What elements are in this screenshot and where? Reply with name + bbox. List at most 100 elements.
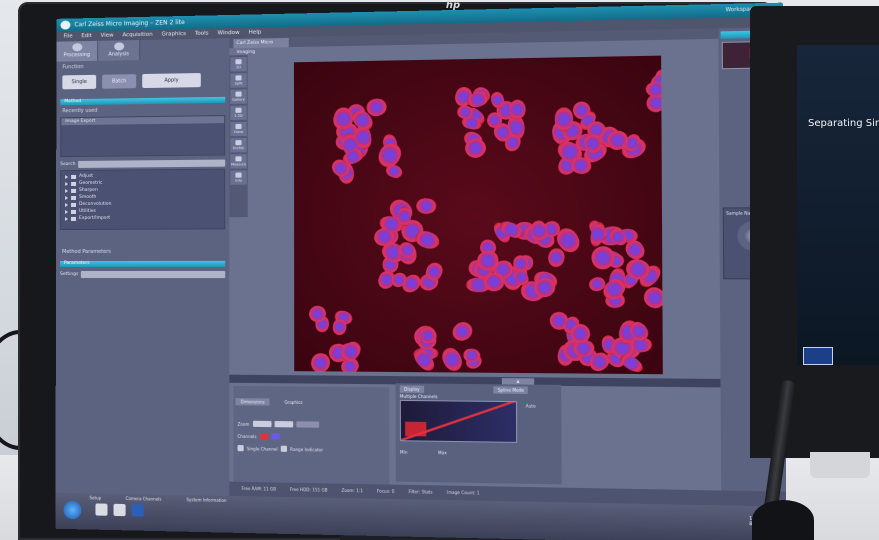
taskbar-label-camera-channels[interactable]: Camera Channels <box>126 496 162 502</box>
zen-icon[interactable] <box>113 503 126 517</box>
multiple-channels-label: Multiple Channels <box>399 393 438 400</box>
folder-icon <box>71 188 77 193</box>
min-label: Min <box>399 449 408 455</box>
expand-icon <box>65 174 69 179</box>
recently-used-list: Image Export <box>60 115 226 158</box>
dimensions-panel: Dimensions Graphics Zoom Channels Single… <box>233 385 390 486</box>
expand-icon <box>65 195 69 200</box>
menu-graphics[interactable]: Graphics <box>161 31 186 38</box>
cell <box>508 99 527 120</box>
view-profile-button[interactable]: Profile <box>230 138 247 153</box>
cell <box>463 348 481 363</box>
menu-window[interactable]: Window <box>218 30 240 37</box>
single-channel-checkbox[interactable] <box>237 445 244 452</box>
status-free-hdd: Free HDD: 151 GB <box>289 486 328 493</box>
tree-item-export-import[interactable]: Export/Import <box>61 214 224 222</box>
channel-red-toggle[interactable] <box>259 433 268 440</box>
menu-acquisition[interactable]: Acquisition <box>122 32 152 39</box>
apply-button[interactable]: Apply <box>142 73 201 89</box>
second-monitor-text: Separating Sing <box>808 118 879 129</box>
cell <box>548 247 566 268</box>
expand-icon <box>65 209 69 214</box>
histogram-chart[interactable] <box>399 399 518 443</box>
search-label: Search <box>60 161 76 168</box>
menu-view[interactable]: View <box>101 33 114 39</box>
processing-icon <box>72 43 83 52</box>
single-channel-label: Single Channel <box>246 445 278 452</box>
view-measure-button[interactable]: Measure <box>230 154 247 169</box>
expand-icon <box>65 181 69 186</box>
tab-display[interactable]: Display <box>399 385 424 393</box>
channel-blue-toggle[interactable] <box>270 433 280 440</box>
search-input[interactable] <box>78 159 226 168</box>
view-2-5d-button[interactable]: 2.5D <box>230 105 247 121</box>
analysis-icon <box>114 42 125 51</box>
folder-icon <box>71 181 77 186</box>
settings-dropdown[interactable] <box>81 270 226 279</box>
view-split-button[interactable]: Split <box>230 73 247 88</box>
tab-processing[interactable]: Processing <box>56 40 99 62</box>
view-gallery-button[interactable]: Gallery <box>230 89 247 104</box>
cell <box>332 318 347 336</box>
main-screen: Carl Zeiss Micro Imaging – ZEN 2 lite Wo… <box>55 2 787 540</box>
menu-tools[interactable]: Tools <box>195 31 209 37</box>
view-2d-button[interactable]: 2D <box>230 57 247 72</box>
range-indicator-label: Range Indicator <box>290 446 323 452</box>
zeiss-badge-icon <box>803 347 833 365</box>
cell <box>639 283 663 313</box>
menu-file[interactable]: File <box>63 33 72 39</box>
settings-label: Settings <box>59 271 79 278</box>
display-histogram-panel: Display Spline Mode Multiple Channels Mi… <box>395 383 562 485</box>
folder-icon <box>71 174 77 179</box>
list-item[interactable]: Image Export <box>61 116 225 126</box>
histogram-curve <box>400 399 518 442</box>
folder-icon <box>71 195 77 200</box>
cell <box>644 80 663 98</box>
range-indicator-checkbox[interactable] <box>280 445 288 452</box>
auto-label[interactable]: Auto <box>526 403 536 408</box>
start-icon[interactable] <box>63 500 82 520</box>
expand-icon <box>65 202 69 207</box>
status-image-count: Image Count: 1 <box>446 489 480 496</box>
zoom-label: Zoom <box>237 421 250 427</box>
zoom-slider[interactable] <box>295 421 319 428</box>
second-monitor-base <box>810 452 870 478</box>
view-info-button[interactable]: Info <box>230 170 247 185</box>
cell <box>310 352 332 374</box>
zen-lite-icon[interactable] <box>131 504 144 517</box>
explorer-icon[interactable] <box>95 503 108 516</box>
settings-row: Settings <box>59 270 226 279</box>
tab-graphics[interactable]: Graphics <box>279 398 308 407</box>
view-histo-button[interactable]: Histo <box>230 121 247 137</box>
cell <box>456 105 474 120</box>
menu-help[interactable]: Help <box>249 29 262 35</box>
cell <box>438 344 467 375</box>
menu-edit[interactable]: Edit <box>81 33 92 39</box>
taskbar-label-system-information[interactable]: System Information <box>186 497 226 503</box>
tab-dimensions[interactable]: Dimensions <box>235 398 270 406</box>
channels-label: Channels <box>237 433 257 439</box>
zoom-dropdown[interactable] <box>252 420 272 428</box>
status-zoom: Zoom: 1:1 <box>341 487 363 494</box>
method-parameters-header[interactable]: Method Parameters <box>56 246 229 258</box>
document-tab[interactable]: Carl Zeiss Micro Imaging <box>233 38 289 55</box>
folder-icon <box>71 216 76 221</box>
search-row: Search <box>60 159 226 169</box>
zoom-fit-button[interactable] <box>274 421 293 428</box>
tab-analysis[interactable]: Analysis <box>98 40 141 61</box>
batch-button[interactable]: Batch <box>102 74 137 89</box>
microscopy-image[interactable] <box>293 55 663 375</box>
parameters-bar[interactable]: Parameters <box>59 260 226 267</box>
taskbar-label-setup[interactable]: Setup <box>89 495 101 500</box>
second-monitor-screen <box>797 45 879 365</box>
single-button[interactable]: Single <box>62 74 97 90</box>
folder-icon <box>71 209 77 214</box>
spline-mode-button[interactable]: Spline Mode <box>493 386 529 394</box>
pen-holder <box>752 500 814 540</box>
expand-icon <box>65 216 69 221</box>
view-toolbar: 2D Split Gallery 2.5D Histo Profile Meas… <box>229 55 248 218</box>
expand-icon <box>65 188 69 193</box>
cell <box>617 352 647 375</box>
cell <box>415 197 438 216</box>
max-label: Max <box>438 450 447 456</box>
